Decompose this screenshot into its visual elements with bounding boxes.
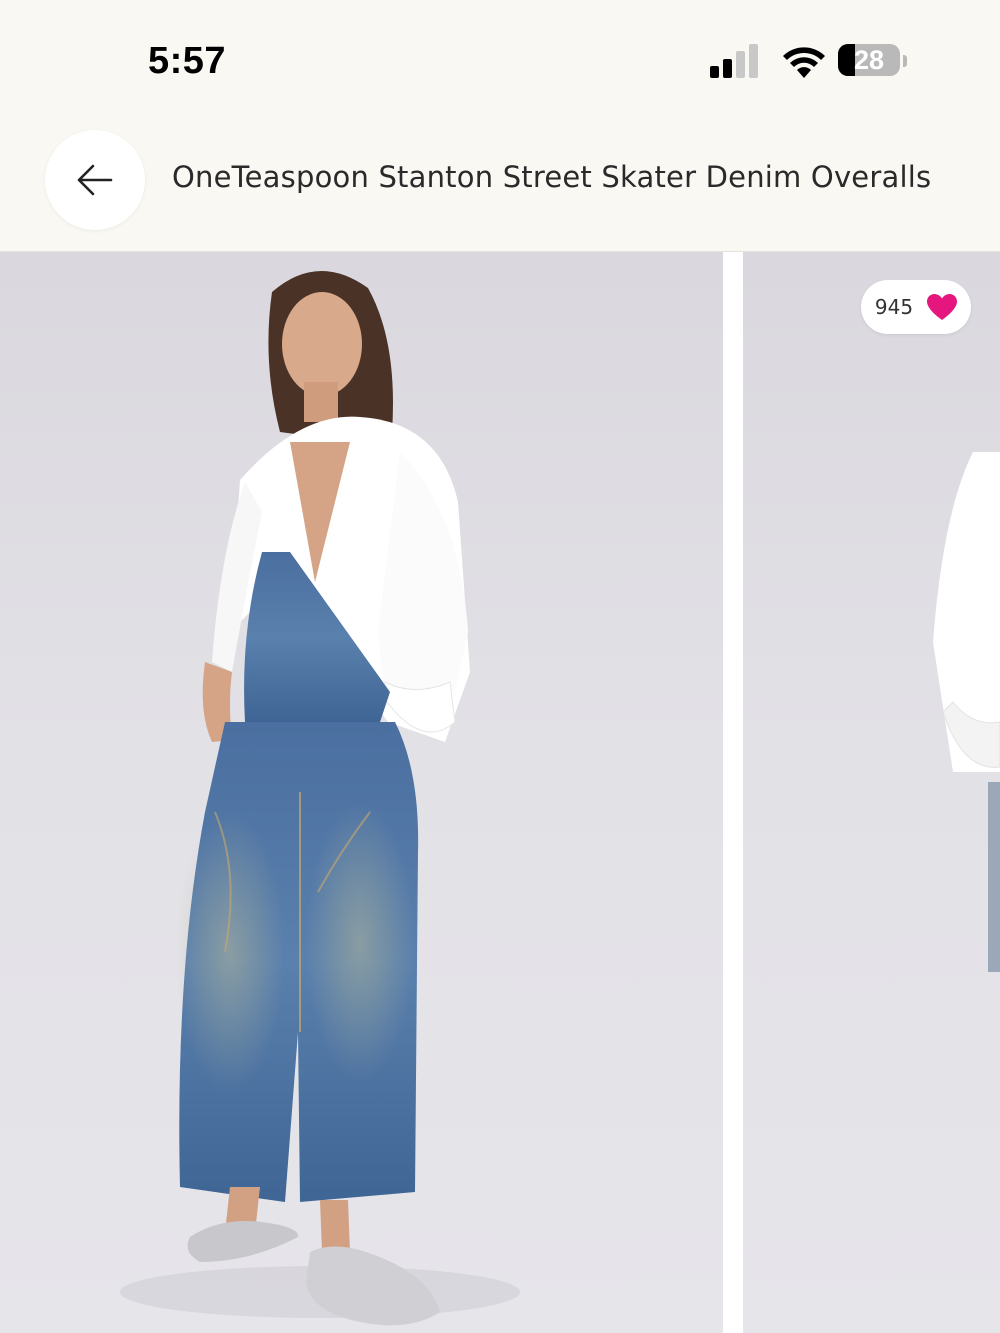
cellular-signal-icon: [706, 42, 762, 78]
battery-icon: 28: [838, 44, 900, 76]
product-gallery[interactable]: [0, 252, 1000, 1333]
product-photo-2[interactable]: [743, 252, 1000, 1333]
back-button[interactable]: [45, 130, 145, 230]
arrow-left-icon: [77, 164, 113, 196]
likes-count: 945: [874, 295, 914, 319]
page-title: OneTeaspoon Stanton Street Skater Denim …: [172, 160, 932, 194]
heart-icon: [927, 293, 958, 320]
status-bar: 5:57 28: [0, 0, 1000, 118]
model-illustration-partial: [933, 452, 1000, 972]
battery-nub: [903, 55, 907, 67]
model-illustration: [120, 270, 520, 1326]
status-time: 5:57: [148, 40, 227, 82]
likes-badge[interactable]: 945: [861, 280, 971, 334]
product-photo-1[interactable]: [0, 252, 723, 1333]
battery-level: 28: [853, 44, 885, 75]
status-icons: 28: [706, 42, 916, 84]
wifi-icon: [783, 47, 825, 78]
